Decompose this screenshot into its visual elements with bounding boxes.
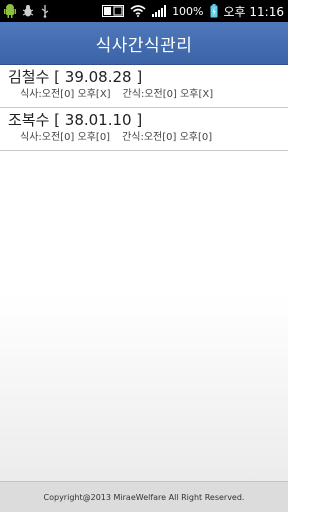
bug-icon: [22, 4, 34, 18]
list-item[interactable]: 조복수 [ 38.01.10 ] 식사:오전[0] 오후[0] 간식:오전[0] …: [0, 108, 288, 151]
snack-status: 간식:오전[0] 오후[0]: [122, 132, 213, 143]
android-robot-icon: [4, 4, 16, 18]
status-bar: 100% 오후 11:16: [0, 0, 288, 22]
notification-icons: [4, 4, 50, 18]
list-item[interactable]: 김철수 [ 39.08.28 ] 식사:오전[0] 오후[X] 간식:오전[0] …: [0, 65, 288, 108]
dual-screen-icon: [102, 5, 125, 17]
person-list: 김철수 [ 39.08.28 ] 식사:오전[0] 오후[X] 간식:오전[0] …: [0, 65, 288, 481]
system-icons: 100% 오후 11:16: [102, 3, 284, 20]
meal-status: 식사:오전[0] 오후[0]: [20, 132, 111, 143]
clock: 오후 11:16: [223, 4, 284, 19]
signal-strength-icon: [152, 5, 167, 17]
title-bar: 식사간식관리: [0, 22, 288, 65]
person-name-dob: 김철수 [ 39.08.28 ]: [8, 68, 143, 86]
person-name-dob: 조복수 [ 38.01.10 ]: [8, 111, 143, 129]
footer: Copyright@2013 MiraeWelfare All Right Re…: [0, 481, 288, 512]
copyright-text: Copyright@2013 MiraeWelfare All Right Re…: [43, 492, 245, 502]
usb-icon: [40, 4, 50, 18]
battery-percent: 100%: [172, 4, 204, 18]
page-title: 식사간식관리: [95, 35, 193, 56]
snack-status: 간식:오전[0] 오후[X]: [122, 89, 214, 100]
meal-status: 식사:오전[0] 오후[X]: [20, 89, 111, 100]
person-status: 식사:오전[0] 오후[X] 간식:오전[0] 오후[X]: [8, 87, 280, 102]
battery-icon: [210, 4, 218, 18]
person-status: 식사:오전[0] 오후[0] 간식:오전[0] 오후[0]: [8, 130, 280, 145]
wifi-icon: [130, 5, 146, 17]
